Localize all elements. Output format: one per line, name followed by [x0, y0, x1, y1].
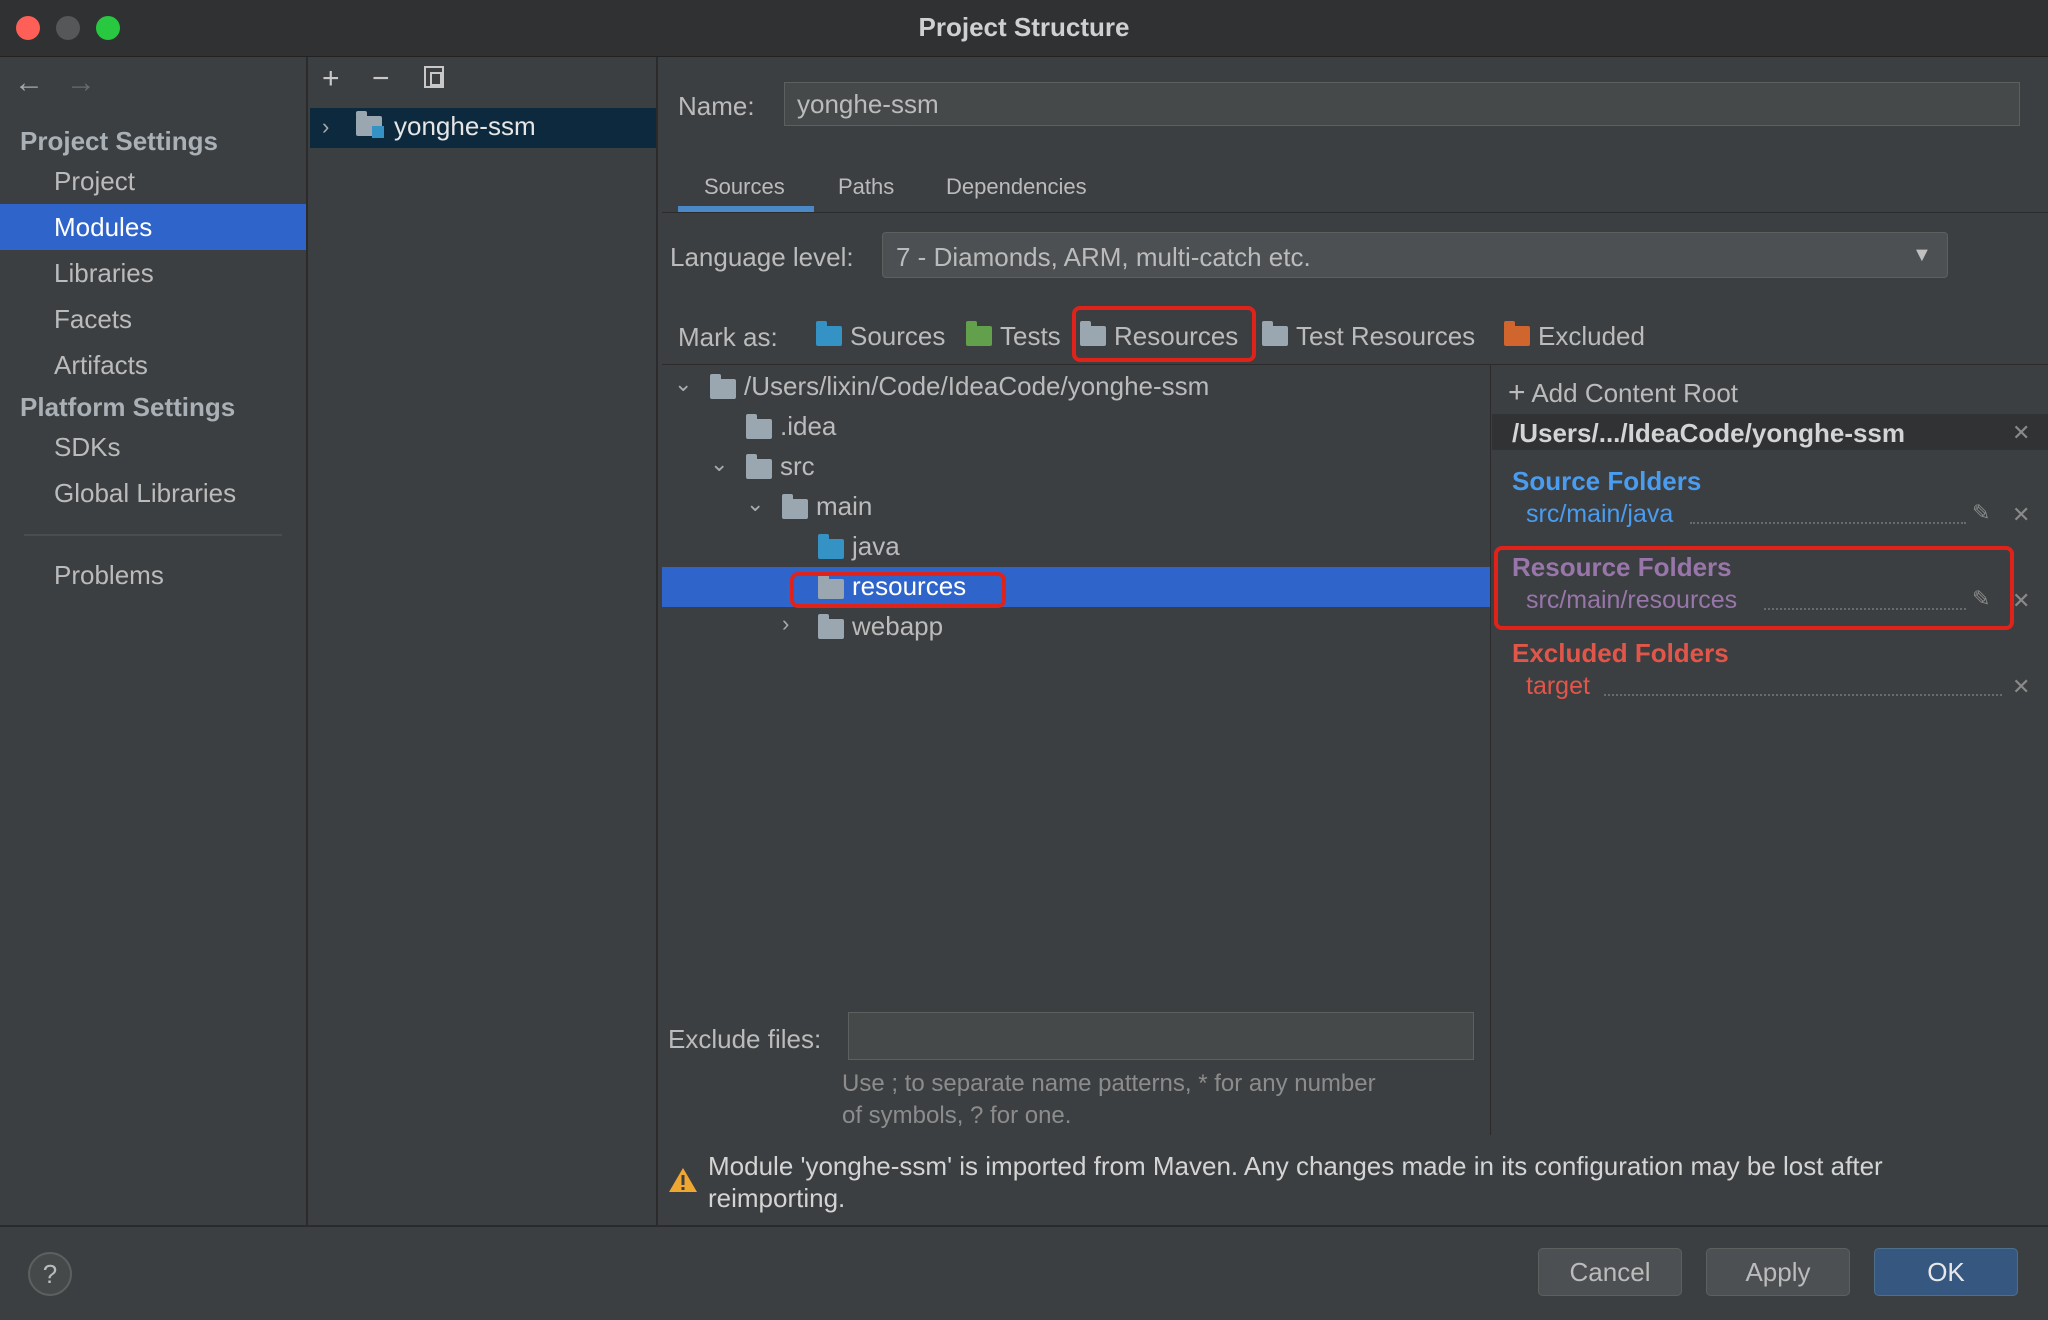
sidebar-item-problems[interactable]: Problems: [0, 552, 306, 598]
warning-icon: [668, 1166, 698, 1199]
plus-icon: +: [1508, 376, 1526, 409]
forward-arrow-icon[interactable]: →: [66, 66, 96, 100]
source-folder-icon: [818, 534, 852, 564]
mark-tests-button[interactable]: Tests: [966, 316, 1061, 356]
add-content-root-button[interactable]: + Add Content Root: [1508, 376, 1738, 410]
remove-resource-folder-icon[interactable]: ✕: [2012, 588, 2030, 614]
highlight-box-resources-folder: [790, 572, 1006, 608]
mark-sources-button[interactable]: Sources: [816, 316, 945, 356]
mark-test-resources-button[interactable]: Test Resources: [1262, 316, 1475, 356]
tree-label-main: main: [816, 491, 873, 521]
mark-sources-label: Sources: [850, 320, 946, 351]
excluded-folder-path: target: [1526, 672, 1590, 700]
copy-icon[interactable]: [424, 66, 444, 88]
source-folders-heading: Source Folders: [1512, 466, 1702, 496]
window-title: Project Structure: [918, 12, 1130, 42]
content-root-path: /Users/.../IdeaCode/yonghe-ssm: [1512, 418, 1906, 448]
excluded-folders-heading: Excluded Folders: [1512, 638, 1729, 668]
tests-folder-icon: [966, 321, 992, 346]
tab-sources[interactable]: Sources: [704, 174, 785, 200]
exclude-files-hint-line2: of symbols, ? for one.: [842, 1102, 1072, 1129]
tree-row-java[interactable]: java: [662, 527, 1490, 567]
dotted-leader: [1690, 522, 1966, 524]
tree-row-idea[interactable]: .idea: [662, 407, 1490, 447]
sidebar-item-artifacts[interactable]: Artifacts: [0, 342, 306, 388]
tree-separator: [662, 364, 2048, 365]
back-arrow-icon[interactable]: ←: [14, 66, 44, 100]
language-level-value: 7 - Diamonds, ARM, multi-catch etc.: [896, 242, 1311, 272]
tree-row-root[interactable]: ⌄ /Users/lixin/Code/IdeaCode/yonghe-ssm: [662, 367, 1490, 407]
tree-label-java: java: [852, 531, 900, 561]
folder-icon: [746, 414, 780, 444]
remove-icon[interactable]: −: [372, 62, 390, 96]
language-level-label: Language level:: [670, 242, 854, 272]
highlight-box-resources-button: [1072, 306, 1256, 362]
highlight-box-resource-folders: [1494, 546, 2014, 630]
sidebar-item-facets[interactable]: Facets: [0, 296, 306, 342]
chevron-right-icon[interactable]: ›: [782, 611, 789, 637]
help-button[interactable]: ?: [28, 1252, 72, 1296]
chevron-down-icon[interactable]: ▼: [1912, 244, 1932, 267]
sources-folder-icon: [816, 321, 842, 346]
mark-tests-label: Tests: [1000, 320, 1061, 351]
remove-source-folder-icon[interactable]: ✕: [2012, 502, 2030, 528]
chevron-right-icon[interactable]: ›: [322, 114, 329, 140]
tab-paths[interactable]: Paths: [838, 174, 894, 200]
dotted-leader: [1604, 694, 2002, 696]
folder-icon: [818, 614, 852, 644]
exclude-files-hint-line1: Use ; to separate name patterns, * for a…: [842, 1070, 1376, 1097]
cancel-button[interactable]: Cancel: [1538, 1248, 1682, 1296]
sidebar-item-libraries[interactable]: Libraries: [0, 250, 306, 296]
mark-test-resources-label: Test Resources: [1296, 320, 1476, 351]
modules-panel: [308, 57, 658, 1225]
sidebar-item-global-libraries[interactable]: Global Libraries: [0, 470, 306, 516]
sidebar-item-project[interactable]: Project: [0, 158, 306, 204]
tree-row-src[interactable]: ⌄ src: [662, 447, 1490, 487]
tree-label-idea: .idea: [780, 411, 837, 441]
module-folder-icon: [356, 111, 390, 141]
edit-pencil-icon[interactable]: ✎: [1972, 500, 1990, 526]
name-label: Name:: [678, 91, 755, 121]
chevron-down-icon[interactable]: ⌄: [674, 371, 692, 397]
tabs-separator: [662, 212, 2048, 213]
ok-button[interactable]: OK: [1874, 1248, 2018, 1296]
exclude-files-input[interactable]: [848, 1012, 1474, 1060]
content-roots-divider: [1490, 365, 1491, 1135]
chevron-down-icon[interactable]: ⌄: [746, 491, 764, 517]
tree-label-webapp: webapp: [852, 611, 944, 641]
add-content-root-label: Add Content Root: [1531, 378, 1739, 408]
sidebar-divider: [24, 534, 282, 536]
chevron-down-icon[interactable]: ⌄: [710, 451, 728, 477]
mark-excluded-label: Excluded: [1538, 320, 1645, 351]
sidebar-item-modules[interactable]: Modules: [0, 204, 306, 250]
tree-row-webapp[interactable]: › webapp: [662, 607, 1490, 647]
test-resources-folder-icon: [1262, 321, 1288, 346]
project-settings-heading: Project Settings: [20, 126, 218, 156]
tab-dependencies[interactable]: Dependencies: [946, 174, 1087, 200]
module-label: yonghe-ssm: [394, 111, 536, 141]
folder-icon: [746, 454, 780, 484]
remove-content-root-icon[interactable]: ✕: [2012, 420, 2030, 446]
excluded-folder-icon: [1504, 321, 1530, 346]
tree-row-resources[interactable]: resources: [662, 567, 1490, 607]
tree-label-root: /Users/lixin/Code/IdeaCode/yonghe-ssm: [744, 371, 1210, 401]
maven-import-warning: Module 'yonghe-ssm' is imported from Mav…: [708, 1151, 1883, 1213]
tree-row-main[interactable]: ⌄ main: [662, 487, 1490, 527]
add-icon[interactable]: +: [322, 62, 340, 96]
tree-label-src: src: [780, 451, 815, 481]
exclude-files-label: Exclude files:: [668, 1024, 822, 1054]
folder-icon: [710, 374, 744, 404]
apply-button[interactable]: Apply: [1706, 1248, 1850, 1296]
source-folder-path: src/main/java: [1526, 500, 1674, 528]
mark-excluded-button[interactable]: Excluded: [1504, 316, 1645, 356]
name-field[interactable]: [784, 82, 2020, 126]
sidebar-item-sdks[interactable]: SDKs: [0, 424, 306, 470]
folder-icon: [782, 494, 816, 524]
platform-settings-heading: Platform Settings: [20, 392, 236, 422]
mark-as-label: Mark as:: [678, 322, 778, 352]
remove-excluded-folder-icon[interactable]: ✕: [2012, 674, 2030, 700]
